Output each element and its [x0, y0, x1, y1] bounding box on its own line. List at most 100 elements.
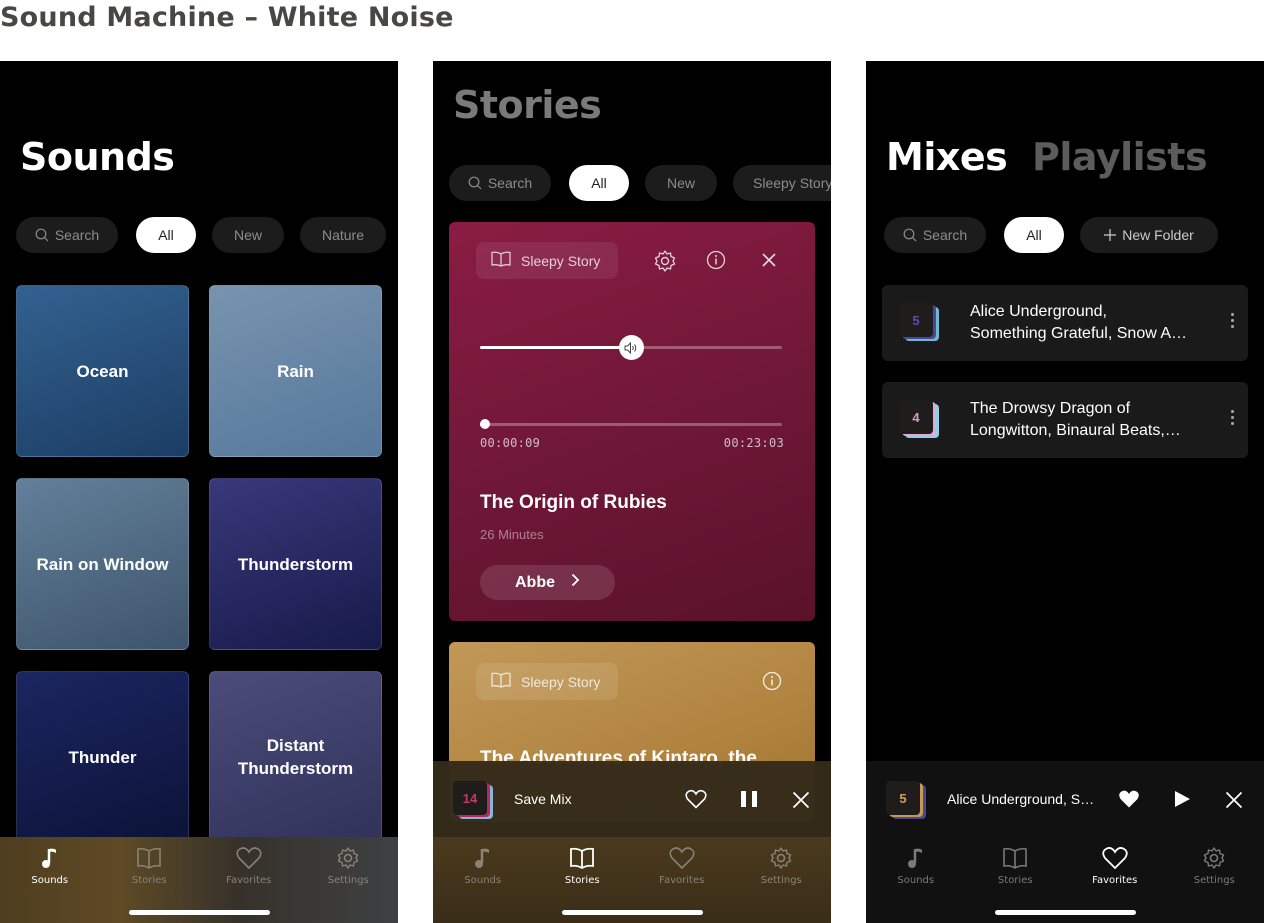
mini-player[interactable]: 14 Save Mix: [433, 761, 831, 838]
filter-new[interactable]: New: [645, 165, 717, 201]
sound-tile-rain[interactable]: Rain: [209, 285, 382, 457]
now-playing-story-card[interactable]: Sleepy Story 00:00:09 00:23:03 The Origi…: [449, 222, 815, 621]
music-note-icon: [40, 845, 60, 871]
filter-all[interactable]: All: [1004, 217, 1064, 253]
mix-list-item[interactable]: 5 Alice Underground, Something Grateful,…: [882, 285, 1248, 361]
page-title: Sound Machine – White Noise: [0, 2, 454, 33]
new-folder-label: New Folder: [1122, 227, 1194, 243]
mix-count: 14: [453, 781, 487, 815]
mix-count: 5: [886, 781, 920, 815]
tab-mixes[interactable]: Mixes: [886, 135, 1008, 179]
filter-all[interactable]: All: [136, 217, 196, 253]
mix-thumbnail: 5: [886, 781, 926, 821]
music-note-icon: [906, 845, 926, 871]
stories-screen: Stories Search All New Sleepy Story Slee…: [433, 61, 831, 923]
heart-filled-icon[interactable]: [1118, 789, 1140, 809]
search-placeholder: Search: [54, 227, 100, 243]
mix-thumbnail: 5: [899, 303, 939, 343]
mix-title-line: The Drowsy Dragon of: [970, 400, 1131, 417]
gear-icon: [336, 845, 360, 871]
volume-knob[interactable]: [618, 335, 644, 360]
tab-settings[interactable]: Settings: [299, 845, 399, 923]
tab-playlists[interactable]: Playlists: [1032, 135, 1208, 179]
more-options-icon[interactable]: [1231, 313, 1234, 328]
tab-label: Sounds: [31, 875, 69, 886]
filter-all[interactable]: All: [569, 165, 629, 201]
sound-tile-thunder[interactable]: Thunder: [16, 671, 189, 843]
save-mix-button[interactable]: Save Mix: [514, 791, 572, 807]
mix-title-line: Alice Underground,: [970, 303, 1107, 320]
search-placeholder: Search: [922, 227, 968, 243]
stories-title: Stories: [453, 83, 602, 127]
heart-icon: [236, 845, 262, 871]
home-indicator[interactable]: [129, 910, 270, 915]
tab-bar: Sounds Stories Favorites Settings: [866, 837, 1264, 923]
tab-bar: Sounds Stories Favorites Settings: [433, 837, 831, 923]
music-note-icon: [473, 845, 493, 871]
info-icon[interactable]: [706, 250, 726, 270]
tab-label: Stories: [997, 875, 1033, 886]
category-badge: Sleepy Story: [476, 242, 618, 279]
tab-sounds[interactable]: Sounds: [433, 845, 533, 923]
search-input[interactable]: Search: [449, 165, 551, 201]
info-icon[interactable]: [762, 671, 782, 691]
home-indicator[interactable]: [995, 910, 1136, 915]
tab-settings[interactable]: Settings: [1165, 845, 1264, 923]
filter-sleepy-story[interactable]: Sleepy Story: [733, 165, 831, 201]
heart-icon: [1102, 845, 1128, 871]
search-input[interactable]: Search: [16, 217, 118, 253]
tab-label: Favorites: [659, 875, 705, 886]
play-icon[interactable]: [1173, 790, 1191, 808]
mix-title: Alice Underground, Something Grateful, S…: [970, 301, 1202, 345]
pause-icon[interactable]: [740, 790, 758, 808]
narrator-button[interactable]: Abbe: [480, 565, 615, 600]
sound-tile-thunderstorm[interactable]: Thunderstorm: [209, 478, 382, 650]
tab-label: Settings: [1193, 875, 1235, 886]
book-icon: [1002, 845, 1028, 871]
search-input[interactable]: Search: [884, 217, 986, 253]
tab-label: Favorites: [226, 875, 272, 886]
more-options-icon[interactable]: [1231, 410, 1234, 425]
mix-count: 5: [899, 303, 933, 337]
close-icon[interactable]: [761, 252, 777, 268]
volume-slider[interactable]: [480, 335, 782, 360]
tab-label: Stories: [564, 875, 600, 886]
heart-icon[interactable]: [685, 789, 707, 809]
sound-tile-ocean[interactable]: Ocean: [16, 285, 189, 457]
tab-sounds[interactable]: Sounds: [866, 845, 966, 923]
mix-thumbnail: 4: [899, 400, 939, 440]
filter-new[interactable]: New: [212, 217, 284, 253]
category-badge: Sleepy Story: [476, 663, 618, 700]
close-icon[interactable]: [792, 791, 810, 809]
close-icon[interactable]: [1225, 791, 1243, 809]
sounds-filter-bar: Search All New Nature: [16, 217, 386, 253]
playback-progress-slider[interactable]: [480, 419, 782, 429]
tab-label: Settings: [327, 875, 369, 886]
search-placeholder: Search: [487, 175, 533, 191]
tab-label: Favorites: [1092, 875, 1138, 886]
sound-tile-distant-thunderstorm[interactable]: Distant Thunderstorm: [209, 671, 382, 843]
favorites-filter-bar: Search All New Folder: [884, 217, 1218, 253]
mix-thumbnail: 14: [453, 781, 493, 821]
tab-sounds[interactable]: Sounds: [0, 845, 100, 923]
gear-icon[interactable]: [653, 249, 677, 273]
filter-nature[interactable]: Nature: [300, 217, 386, 253]
search-icon: [903, 228, 917, 242]
gear-icon: [1202, 845, 1226, 871]
new-folder-button[interactable]: New Folder: [1080, 217, 1218, 253]
sound-tile-rain-on-window[interactable]: Rain on Window: [16, 478, 189, 650]
remaining-time: 00:23:03: [723, 436, 784, 450]
home-indicator[interactable]: [562, 910, 703, 915]
mix-list-item[interactable]: 4 The Drowsy Dragon of Longwitton, Binau…: [882, 382, 1248, 458]
progress-knob[interactable]: [480, 419, 490, 429]
mini-player[interactable]: 5 Alice Underground, S…: [866, 761, 1264, 838]
story-title: The Origin of Rubies: [480, 492, 667, 513]
book-icon: [136, 845, 162, 871]
volume-fill: [480, 346, 631, 349]
category-label: Sleepy Story: [521, 673, 601, 690]
book-icon: [491, 251, 511, 270]
mix-title-line: Longwitton, Binaural Beats,…: [970, 422, 1181, 439]
now-playing-title[interactable]: Alice Underground, S…: [947, 791, 1094, 807]
tab-bar: Sounds Stories Favorites Settings: [0, 837, 398, 923]
tab-settings[interactable]: Settings: [732, 845, 832, 923]
